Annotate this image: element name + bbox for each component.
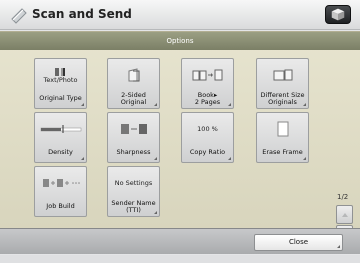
job-build-button[interactable]: Job Build xyxy=(34,166,87,217)
density-label-line: Density xyxy=(48,148,73,156)
erase-frame-top xyxy=(257,113,308,145)
density-slider-icon xyxy=(40,125,81,133)
two-sided-top xyxy=(108,59,159,91)
sharpness-label: Sharpness xyxy=(108,143,159,162)
submenu-triangle-icon xyxy=(154,157,157,160)
density-top xyxy=(35,113,86,145)
close-button[interactable]: Close xyxy=(254,234,343,251)
copy-ratio-top: 100 % xyxy=(182,113,233,145)
sender-name-label: Sender Name (TTI) xyxy=(108,197,159,216)
page-title: Scan and Send xyxy=(32,7,132,21)
sender-name-tti-button[interactable]: No Settings Sender Name (TTI) xyxy=(107,166,160,217)
header: Scan and Send xyxy=(0,0,360,30)
sharpness-top xyxy=(108,113,159,145)
job-build-label-line: Job Build xyxy=(46,202,75,210)
two-sided-label-line-2: Original xyxy=(120,97,147,106)
different-size-originals-button[interactable]: Different Size Originals xyxy=(256,58,309,109)
job-build-label: Job Build xyxy=(35,197,86,216)
different-size-icon xyxy=(273,69,292,81)
density-label: Density xyxy=(35,143,86,162)
original-type-label-line: Original Type xyxy=(39,94,82,102)
options-panel: Options Text/Photo Original Type 2-Sided… xyxy=(0,31,360,244)
two-sided-label: 2-Sided Original xyxy=(108,89,159,108)
different-size-label-line-2: Originals xyxy=(268,97,297,106)
copy-ratio-label-line: Copy Ratio xyxy=(189,148,226,156)
erase-frame-label-line: Erase Frame xyxy=(262,148,303,156)
sharpness-icon xyxy=(120,124,147,134)
submenu-triangle-icon xyxy=(154,103,157,106)
different-size-label: Different Size Originals xyxy=(257,89,308,108)
book-to-pages-icon xyxy=(192,69,222,81)
submenu-triangle-icon xyxy=(303,157,306,160)
options-bar: Options xyxy=(0,32,360,50)
submenu-triangle-icon xyxy=(228,157,231,160)
submenu-triangle-icon xyxy=(228,103,231,106)
submenu-triangle-icon xyxy=(154,211,157,214)
status-strip xyxy=(0,255,360,263)
book-2-pages-button[interactable]: Book▸ 2 Pages xyxy=(181,58,234,109)
corner-triangle-icon xyxy=(337,245,340,248)
job-build-icon xyxy=(42,179,80,187)
sharpness-button[interactable]: Sharpness xyxy=(107,112,160,163)
copy-ratio-label: Copy Ratio xyxy=(182,143,233,162)
original-type-label: Original Type xyxy=(35,89,86,108)
original-type-top: Text/Photo xyxy=(35,59,86,91)
submenu-triangle-icon xyxy=(81,103,84,106)
scan-and-send-screen: Scan and Send Options Text/Photo Origina… xyxy=(0,0,360,263)
copy-ratio-button[interactable]: 100 % Copy Ratio xyxy=(181,112,234,163)
page-indicator: 1/2 xyxy=(337,193,349,201)
two-sided-original-button[interactable]: 2-Sided Original xyxy=(107,58,160,109)
book-2-pages-label-line-2: 2 Pages xyxy=(194,97,221,106)
scan-send-logo-icon xyxy=(11,8,27,24)
erase-frame-label: Erase Frame xyxy=(257,143,308,162)
close-label: Close xyxy=(288,238,309,246)
two-sided-original-icon xyxy=(128,68,139,82)
original-type-value: Text/Photo xyxy=(43,75,78,84)
sender-name-value: No Settings xyxy=(114,178,153,187)
sharpness-label-line: Sharpness xyxy=(116,148,151,156)
arrow-up-icon xyxy=(342,213,348,217)
cube-icon xyxy=(331,8,345,21)
sender-name-top: No Settings xyxy=(108,167,159,199)
original-type-button[interactable]: Text/Photo Original Type xyxy=(34,58,87,109)
copy-ratio-value: 100 % xyxy=(197,124,218,133)
book-2-pages-top xyxy=(182,59,233,91)
text-photo-icon xyxy=(54,67,65,76)
submenu-triangle-icon xyxy=(303,103,306,106)
job-build-top xyxy=(35,167,86,199)
bottom-bar: Close xyxy=(0,228,360,254)
sender-name-label-line-2: (TTI) xyxy=(126,205,141,214)
density-button[interactable]: Density xyxy=(34,112,87,163)
settings-shortcut-button[interactable] xyxy=(325,5,351,24)
submenu-triangle-icon xyxy=(81,157,84,160)
scroll-up-button[interactable] xyxy=(336,205,353,224)
book-2-pages-label: Book▸ 2 Pages xyxy=(182,89,233,108)
erase-frame-icon xyxy=(277,121,288,137)
different-size-top xyxy=(257,59,308,91)
erase-frame-button[interactable]: Erase Frame xyxy=(256,112,309,163)
